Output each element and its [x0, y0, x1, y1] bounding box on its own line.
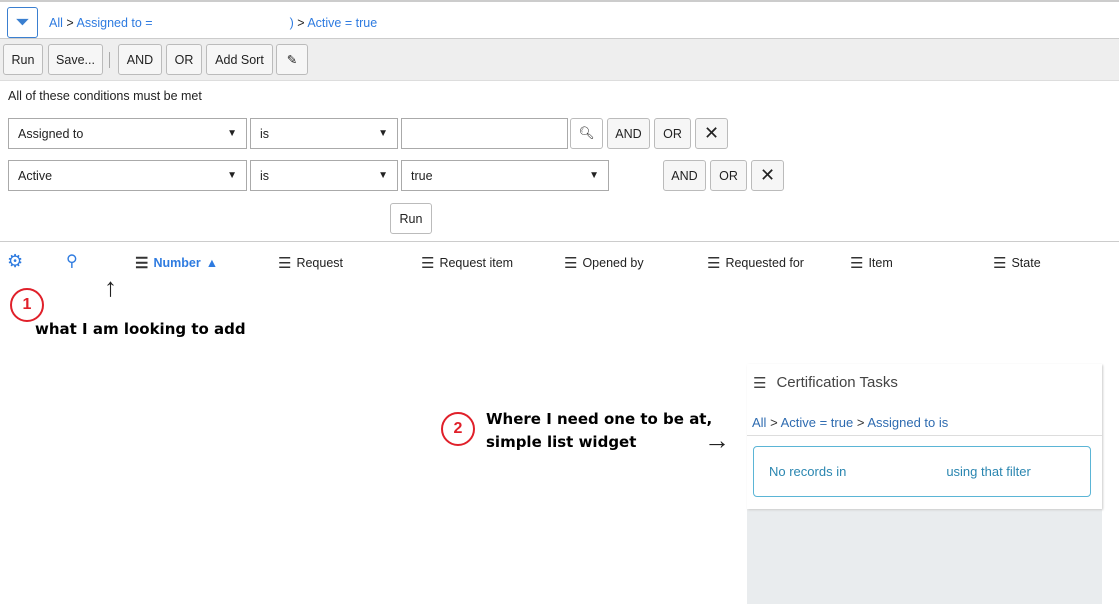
widget-title: Certification Tasks	[776, 374, 897, 392]
condition-value-input[interactable]	[401, 118, 568, 149]
annotation-line: simple list widget	[486, 431, 712, 454]
condition-field-select[interactable]: Assigned to ▼	[8, 118, 247, 149]
funnel-icon: ⏷	[15, 12, 29, 33]
menu-icon[interactable]: ☰	[135, 254, 148, 272]
column-label: Item	[868, 256, 892, 270]
widget-header: ☰ Certification Tasks	[753, 374, 898, 392]
close-icon: ✕	[704, 123, 719, 144]
condition-or-button[interactable]: OR	[710, 160, 747, 191]
menu-icon[interactable]: ☰	[707, 254, 720, 272]
condition-operator-select[interactable]: is ▼	[250, 160, 398, 191]
condition-and-button[interactable]: AND	[607, 118, 650, 149]
condition-operator-select[interactable]: is ▼	[250, 118, 398, 149]
breadcrumb-bar: ⏷ All > Assigned to = ) > Active = true	[0, 0, 1119, 39]
empty-message: No records in using that filter	[753, 446, 1091, 497]
breadcrumb-assigned[interactable]: Assigned to =	[77, 16, 153, 30]
dropdown-arrow-icon: ▼	[227, 170, 237, 181]
column-label: Number	[153, 256, 200, 270]
menu-icon[interactable]: ☰	[850, 254, 863, 272]
breadcrumb-active[interactable]: Active = true	[307, 16, 377, 30]
breadcrumb-separator: >	[66, 16, 73, 30]
annotation-text-1: what I am looking to add	[35, 320, 246, 338]
breadcrumb-all[interactable]: All	[752, 415, 766, 430]
field-value: Assigned to	[18, 127, 83, 141]
annotation-marker-1: 1	[10, 288, 44, 322]
arrow-right-annotation: →	[704, 425, 730, 456]
empty-text: using that filter	[946, 464, 1031, 479]
dropdown-arrow-icon: ▼	[589, 170, 599, 181]
divider	[747, 435, 1102, 436]
run-filter-button[interactable]: Run	[390, 203, 432, 234]
dropdown-arrow-icon: ▼	[227, 128, 237, 139]
widget-breadcrumb: All > Active = true > Assigned to is	[752, 415, 948, 430]
close-icon: ✕	[760, 165, 775, 186]
eraser-icon: ✎	[287, 52, 297, 67]
filter-toolbar: Run Save... AND OR Add Sort ✎	[0, 39, 1119, 81]
column-header-number[interactable]: ☰ Number ▲	[135, 254, 218, 272]
operator-value: is	[260, 127, 269, 141]
column-header-opened-by[interactable]: ☰ Opened by	[564, 254, 644, 272]
arrow-up-annotation: ↑	[104, 272, 117, 303]
breadcrumb-separator: >	[857, 415, 865, 430]
gear-icon[interactable]: ⚙	[7, 251, 23, 272]
column-label: Request	[296, 256, 343, 270]
dropdown-arrow-icon: ▼	[378, 170, 388, 181]
annotation-text-2: Where I need one to be at,simple list wi…	[486, 408, 712, 454]
breadcrumb-separator: >	[770, 415, 778, 430]
menu-icon[interactable]: ☰	[564, 254, 577, 272]
column-label: State	[1011, 256, 1040, 270]
condition-and-button[interactable]: AND	[663, 160, 706, 191]
field-value: Active	[18, 169, 52, 183]
clear-filter-button[interactable]: ✎	[276, 44, 308, 75]
menu-icon[interactable]: ☰	[993, 254, 1006, 272]
dropdown-arrow-icon: ▼	[378, 128, 388, 139]
column-label: Opened by	[582, 256, 643, 270]
column-header-state[interactable]: ☰ State	[993, 254, 1041, 272]
search-icon: 🔍︎	[579, 126, 595, 141]
conditions-label: All of these conditions must be met	[8, 89, 202, 103]
divider	[0, 241, 1119, 242]
divider	[109, 52, 110, 68]
column-header-item[interactable]: ☰ Item	[850, 254, 893, 272]
column-header-requested-for[interactable]: ☰ Requested for	[707, 254, 804, 272]
annotation-marker-2: 2	[441, 412, 475, 446]
menu-icon[interactable]: ☰	[421, 254, 434, 272]
column-header-request[interactable]: ☰ Request	[278, 254, 343, 272]
breadcrumb-assigned[interactable]: Assigned to is	[867, 415, 948, 430]
breadcrumb-separator: >	[297, 16, 304, 30]
simple-list-widget: ☰ Certification Tasks All > Active = true…	[747, 364, 1102, 509]
remove-condition-button[interactable]: ✕	[751, 160, 784, 191]
breadcrumb-all[interactable]: All	[49, 16, 63, 30]
lookup-button[interactable]: 🔍︎	[570, 118, 603, 149]
column-label: Request item	[439, 256, 513, 270]
annotation-line: Where I need one to be at,	[486, 408, 712, 431]
sort-ascending-icon: ▲	[206, 256, 218, 270]
condition-or-button[interactable]: OR	[654, 118, 691, 149]
breadcrumb: All > Assigned to = ) > Active = true	[49, 16, 377, 30]
column-label: Requested for	[725, 256, 804, 270]
breadcrumb-active[interactable]: Active = true	[781, 415, 854, 430]
filter-toggle-button[interactable]: ⏷	[7, 7, 38, 38]
remove-condition-button[interactable]: ✕	[695, 118, 728, 149]
save-button[interactable]: Save...	[48, 44, 103, 75]
run-button[interactable]: Run	[3, 44, 43, 75]
column-header-request-item[interactable]: ☰ Request item	[421, 254, 513, 272]
condition-field-select[interactable]: Active ▼	[8, 160, 247, 191]
empty-text: No records in	[769, 464, 846, 479]
value-text: true	[411, 169, 433, 183]
breadcrumb-close: )	[290, 16, 294, 30]
operator-value: is	[260, 169, 269, 183]
condition-value-select[interactable]: true ▼	[401, 160, 609, 191]
add-sort-button[interactable]: Add Sort	[206, 44, 273, 75]
or-button[interactable]: OR	[166, 44, 202, 75]
menu-icon[interactable]: ☰	[753, 374, 766, 392]
and-button[interactable]: AND	[118, 44, 162, 75]
menu-icon[interactable]: ☰	[278, 254, 291, 272]
search-icon[interactable]: ⚲	[66, 251, 78, 271]
